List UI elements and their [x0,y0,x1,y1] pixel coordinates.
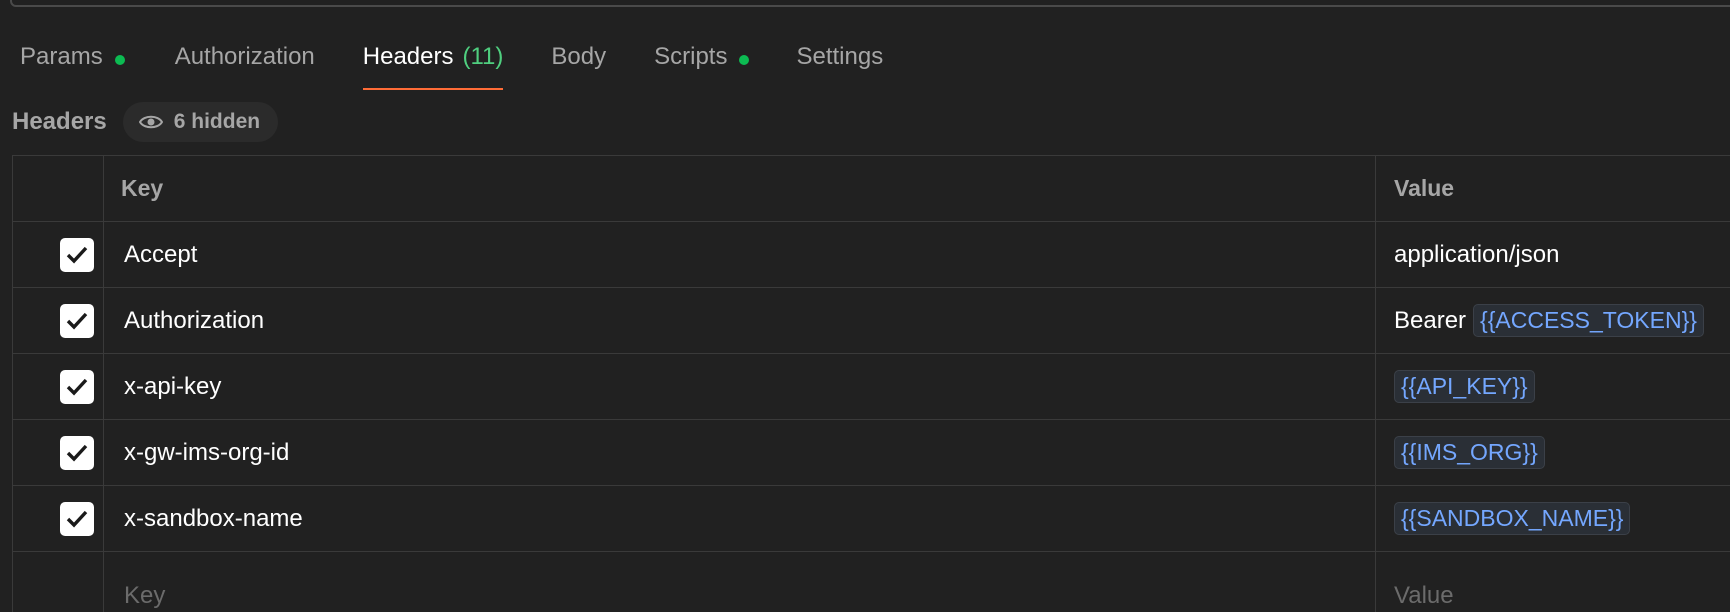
check-cell [13,288,104,353]
checkmark-icon [66,246,88,263]
tab-label: Scripts [654,43,728,70]
header-key-field[interactable]: x-api-key [104,354,1376,419]
new-value-input[interactable]: Value [1376,552,1730,612]
hidden-count-label: 6 hidden [173,110,261,133]
variable-chip[interactable]: {{API_KEY}} [1394,370,1535,403]
row-enabled-checkbox[interactable] [60,369,94,404]
table-row: Accept application/json [13,222,1730,288]
table-row: x-gw-ims-org-id {{IMS_ORG}} [13,420,1730,486]
row-enabled-checkbox[interactable] [60,501,94,536]
check-cell [13,354,104,419]
tab-scripts[interactable]: Scripts [654,40,750,90]
check-cell [13,486,104,551]
check-cell [13,552,104,612]
header-value-field[interactable]: Bearer {{ACCESS_TOKEN}} [1376,288,1730,353]
variable-chip[interactable]: {{ACCESS_TOKEN}} [1473,304,1704,337]
tab-label: Settings [796,43,884,70]
variable-chip[interactable]: {{SANDBOX_NAME}} [1394,502,1631,535]
tab-settings[interactable]: Settings [796,40,883,90]
header-value-field[interactable]: {{SANDBOX_NAME}} [1376,486,1730,551]
header-value-field[interactable]: {{IMS_ORG}} [1376,420,1730,485]
table-row: Authorization Bearer {{ACCESS_TOKEN}} [13,288,1730,354]
checkmark-icon [66,444,88,461]
table-row: x-api-key {{API_KEY}} [13,354,1730,420]
checkmark-icon [66,378,88,395]
variable-chip[interactable]: {{IMS_ORG}} [1394,436,1545,469]
check-cell [13,420,104,485]
row-enabled-checkbox[interactable] [60,237,94,272]
headers-subheader: Headers 6 hidden [12,102,279,142]
header-key-field[interactable]: Accept [104,222,1376,287]
tab-count: (11) [462,43,504,70]
table-row: x-sandbox-name {{SANDBOX_NAME}} [13,486,1730,552]
header-value-field[interactable]: application/json [1376,222,1730,287]
tab-label: Authorization [174,43,315,70]
new-header-row: Key Value [13,552,1730,612]
hidden-headers-toggle[interactable]: 6 hidden [122,102,279,142]
table-header-check-cell [13,156,104,221]
tab-headers[interactable]: Headers (11) [362,40,504,90]
tab-body[interactable]: Body [551,40,606,90]
headers-table: Key Value Accept application/json Author… [12,155,1730,612]
url-input[interactable] [10,0,1730,7]
row-enabled-checkbox[interactable] [60,303,94,338]
request-tabs: Params Authorization Headers (11) Body S… [20,40,883,90]
status-dot-icon [739,55,750,65]
checkmark-icon [66,510,88,527]
new-key-input[interactable]: Key [104,552,1376,612]
tab-label: Params [20,43,103,70]
row-enabled-checkbox[interactable] [60,435,94,470]
header-key-field[interactable]: x-gw-ims-org-id [104,420,1376,485]
header-key-field[interactable]: x-sandbox-name [104,486,1376,551]
header-value-field[interactable]: {{API_KEY}} [1376,354,1730,419]
status-dot-icon [114,55,125,65]
tab-authorization[interactable]: Authorization [175,40,315,90]
column-header-key: Key [104,156,1376,221]
tab-label: Body [551,43,607,70]
section-title: Headers [12,108,107,135]
check-cell [13,222,104,287]
eye-icon [138,115,163,129]
tab-label: Headers [362,43,454,70]
value-text: application/json [1394,240,1560,268]
table-header-row: Key Value [13,156,1730,222]
tab-params[interactable]: Params [20,40,125,90]
header-key-field[interactable]: Authorization [104,288,1376,353]
column-header-value: Value [1394,175,1455,201]
value-text: Bearer [1394,306,1467,334]
checkmark-icon [66,312,88,329]
